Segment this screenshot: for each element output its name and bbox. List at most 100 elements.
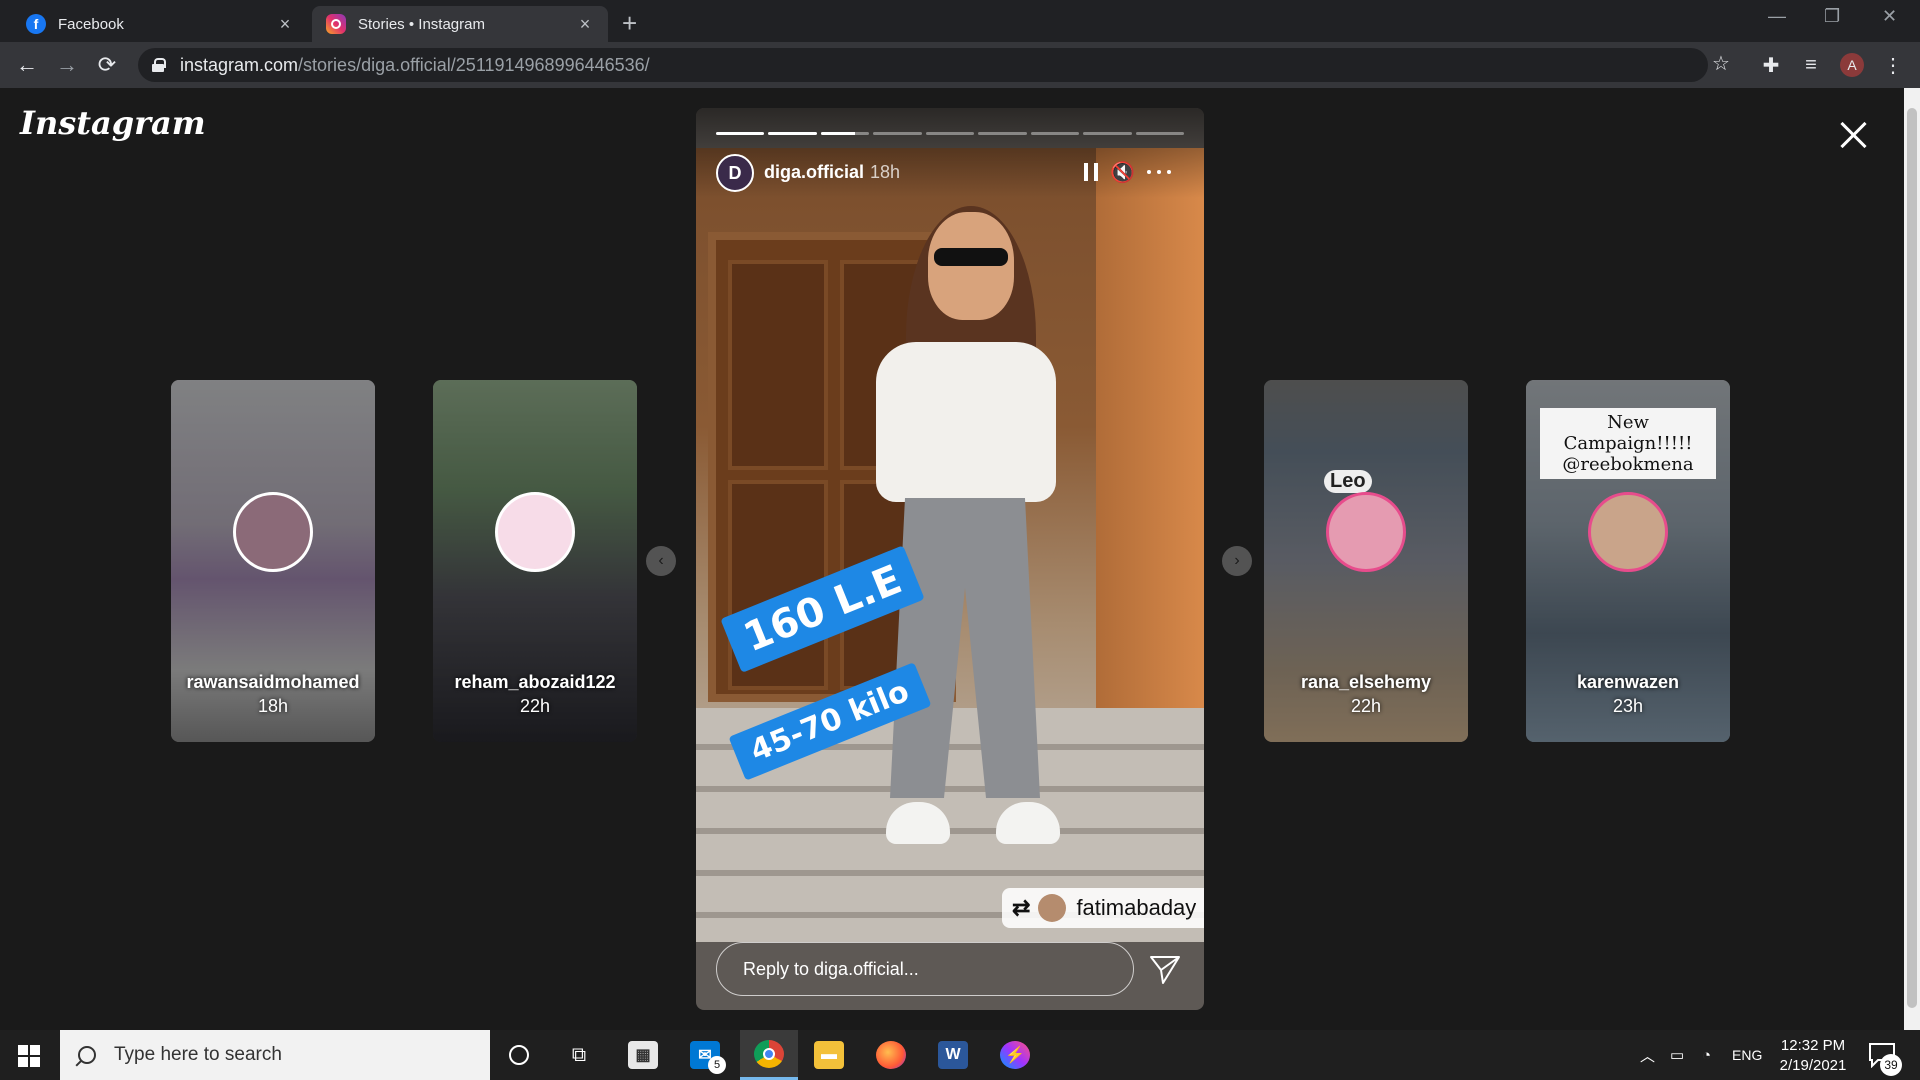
word-icon[interactable]: W bbox=[924, 1030, 982, 1080]
task-view-icon[interactable]: ⧉ bbox=[550, 1030, 608, 1080]
side-story-time: 18h bbox=[257, 696, 289, 716]
story-overlay-text: New Campaign!!!!! @reebokmena bbox=[1540, 408, 1716, 479]
lock-icon bbox=[152, 58, 166, 72]
firefox-icon[interactable] bbox=[862, 1030, 920, 1080]
repost-username: fatimabaday bbox=[1076, 895, 1197, 920]
repost-attribution[interactable]: ⇄ fatimabaday bbox=[1002, 888, 1204, 928]
side-story-time: 22h bbox=[1350, 696, 1382, 716]
story-overlay-text: Leo bbox=[1324, 470, 1372, 493]
chrome-icon[interactable] bbox=[740, 1030, 798, 1080]
file-explorer-icon[interactable]: ▬ bbox=[800, 1030, 858, 1080]
page-scrollbar[interactable] bbox=[1904, 88, 1920, 1030]
story-username[interactable]: diga.official bbox=[764, 162, 864, 183]
language-indicator[interactable]: ENG bbox=[1732, 1030, 1762, 1080]
window-close-icon[interactable]: ✕ bbox=[1882, 6, 1897, 27]
side-story-username: rana_elsehemy bbox=[1300, 672, 1432, 692]
story-avatar bbox=[1588, 492, 1668, 572]
taskbar-search-placeholder: Type here to search bbox=[114, 1044, 282, 1065]
story-header: D diga.official 18h 🔇 bbox=[696, 108, 1204, 198]
mute-icon[interactable]: 🔇 bbox=[1110, 160, 1135, 184]
side-story-username: karenwazen bbox=[1576, 672, 1680, 692]
side-story-username: reham_abozaid122 bbox=[454, 672, 616, 692]
profile-avatar[interactable]: A bbox=[1840, 53, 1864, 77]
progress-segment bbox=[925, 132, 975, 135]
story-avatar bbox=[495, 492, 575, 572]
model-figure bbox=[866, 206, 1066, 862]
clock-time: 12:32 PM bbox=[1780, 1037, 1846, 1054]
reload-icon[interactable]: ⟳ bbox=[92, 50, 122, 80]
bookmark-star-icon[interactable]: ☆ bbox=[1708, 50, 1734, 76]
url-host: instagram.com bbox=[180, 54, 299, 75]
tab-title: Facebook bbox=[58, 15, 124, 33]
side-story-rawansaidmohamed[interactable]: rawansaidmohamed 18h bbox=[171, 380, 375, 742]
tab-facebook[interactable]: f Facebook × bbox=[12, 6, 308, 42]
system-clock[interactable]: 12:32 PM 2/19/2021 bbox=[1768, 1036, 1858, 1076]
repost-icon: ⇄ bbox=[1012, 895, 1031, 920]
progress-segment bbox=[1030, 132, 1080, 135]
clock-date: 2/19/2021 bbox=[1779, 1057, 1847, 1074]
side-story-time: 22h bbox=[519, 696, 551, 716]
facebook-icon: f bbox=[26, 14, 46, 34]
taskbar-search-box[interactable]: Type here to search bbox=[60, 1030, 490, 1080]
progress-segment bbox=[1083, 132, 1132, 135]
send-icon[interactable] bbox=[1148, 952, 1182, 986]
forward-icon[interactable]: → bbox=[52, 50, 82, 80]
media-control-icon[interactable]: ≡ bbox=[1798, 52, 1824, 78]
store-icon[interactable]: ▦ bbox=[614, 1030, 672, 1080]
side-story-time: 23h bbox=[1612, 696, 1644, 716]
story-progress-bar bbox=[716, 132, 1184, 135]
mail-icon[interactable]: ✉ 5 bbox=[676, 1030, 734, 1080]
reply-placeholder: Reply to diga.official... bbox=[743, 958, 919, 979]
browser-toolbar: ← → ⟳ instagram.com/stories/diga.officia… bbox=[0, 42, 1920, 88]
progress-segment bbox=[978, 132, 1027, 135]
menu-icon[interactable]: ⋮ bbox=[1880, 52, 1906, 78]
new-tab-button[interactable]: + bbox=[622, 8, 637, 39]
story-timestamp: 18h bbox=[870, 162, 901, 182]
extensions-icon[interactable]: ✚ bbox=[1758, 52, 1784, 78]
progress-segment bbox=[1135, 132, 1184, 135]
pause-icon[interactable] bbox=[1084, 160, 1098, 184]
tab-title: Stories • Instagram bbox=[358, 15, 485, 33]
story-avatar bbox=[1326, 492, 1406, 572]
side-story-username: rawansaidmohamed bbox=[186, 672, 360, 692]
instagram-stories-page: Instagram rawansaidmohamed 18h reham_abo… bbox=[0, 88, 1920, 1030]
close-stories-icon[interactable] bbox=[1836, 118, 1872, 154]
minimize-icon[interactable]: — bbox=[1768, 6, 1786, 27]
more-options-icon[interactable] bbox=[1144, 160, 1174, 184]
mail-badge: 5 bbox=[708, 1056, 726, 1074]
previous-story-arrow-icon[interactable]: ‹ bbox=[646, 546, 676, 576]
address-bar[interactable]: instagram.com/stories/diga.official/2511… bbox=[138, 48, 1708, 82]
scrollbar-thumb[interactable] bbox=[1907, 108, 1917, 1008]
side-story-reham-abozaid122[interactable]: reham_abozaid122 22h bbox=[433, 380, 637, 742]
restore-icon[interactable]: ❐ bbox=[1824, 6, 1840, 27]
instagram-icon bbox=[326, 14, 346, 34]
cortana-icon[interactable] bbox=[490, 1030, 548, 1080]
repost-user-avatar bbox=[1038, 894, 1067, 922]
progress-segment bbox=[768, 132, 817, 135]
notification-count-badge: 39 bbox=[1880, 1054, 1902, 1076]
instagram-logo[interactable]: Instagram bbox=[20, 104, 206, 142]
next-story-arrow-icon[interactable]: › bbox=[1222, 546, 1252, 576]
story-avatar bbox=[233, 492, 313, 572]
windows-start-icon[interactable] bbox=[18, 1045, 40, 1067]
windows-taskbar: Type here to search ⧉ ▦ ✉ 5 ▬ W ⚡ ︿ ▭ ◔ … bbox=[0, 1030, 1920, 1080]
wifi-icon[interactable]: ◔ bbox=[1702, 1030, 1711, 1080]
side-story-rana-elsehemy[interactable]: Leo rana_elsehemy 22h bbox=[1264, 380, 1468, 742]
tab-instagram-stories[interactable]: Stories • Instagram × bbox=[312, 6, 608, 42]
tray-overflow-icon[interactable]: ︿ bbox=[1640, 1030, 1655, 1080]
browser-tab-bar: f Facebook × Stories • Instagram × + — ❐… bbox=[0, 0, 1920, 42]
story-user-avatar[interactable]: D bbox=[716, 154, 754, 192]
messenger-icon[interactable]: ⚡ bbox=[986, 1030, 1044, 1080]
story-image bbox=[696, 148, 1204, 942]
close-tab-icon[interactable]: × bbox=[276, 14, 294, 34]
reply-input[interactable]: Reply to diga.official... bbox=[716, 942, 1134, 996]
progress-segment bbox=[820, 132, 870, 135]
close-tab-icon[interactable]: × bbox=[576, 14, 594, 34]
progress-segment bbox=[716, 132, 765, 135]
active-story[interactable]: 160 L.E 45-70 kilo D diga.official 18h 🔇… bbox=[696, 108, 1204, 1010]
back-icon[interactable]: ← bbox=[12, 50, 42, 80]
search-icon bbox=[78, 1046, 96, 1064]
side-story-karenwazen[interactable]: New Campaign!!!!! @reebokmena karenwazen… bbox=[1526, 380, 1730, 742]
battery-icon[interactable]: ▭ bbox=[1670, 1030, 1684, 1080]
progress-segment bbox=[873, 132, 922, 135]
